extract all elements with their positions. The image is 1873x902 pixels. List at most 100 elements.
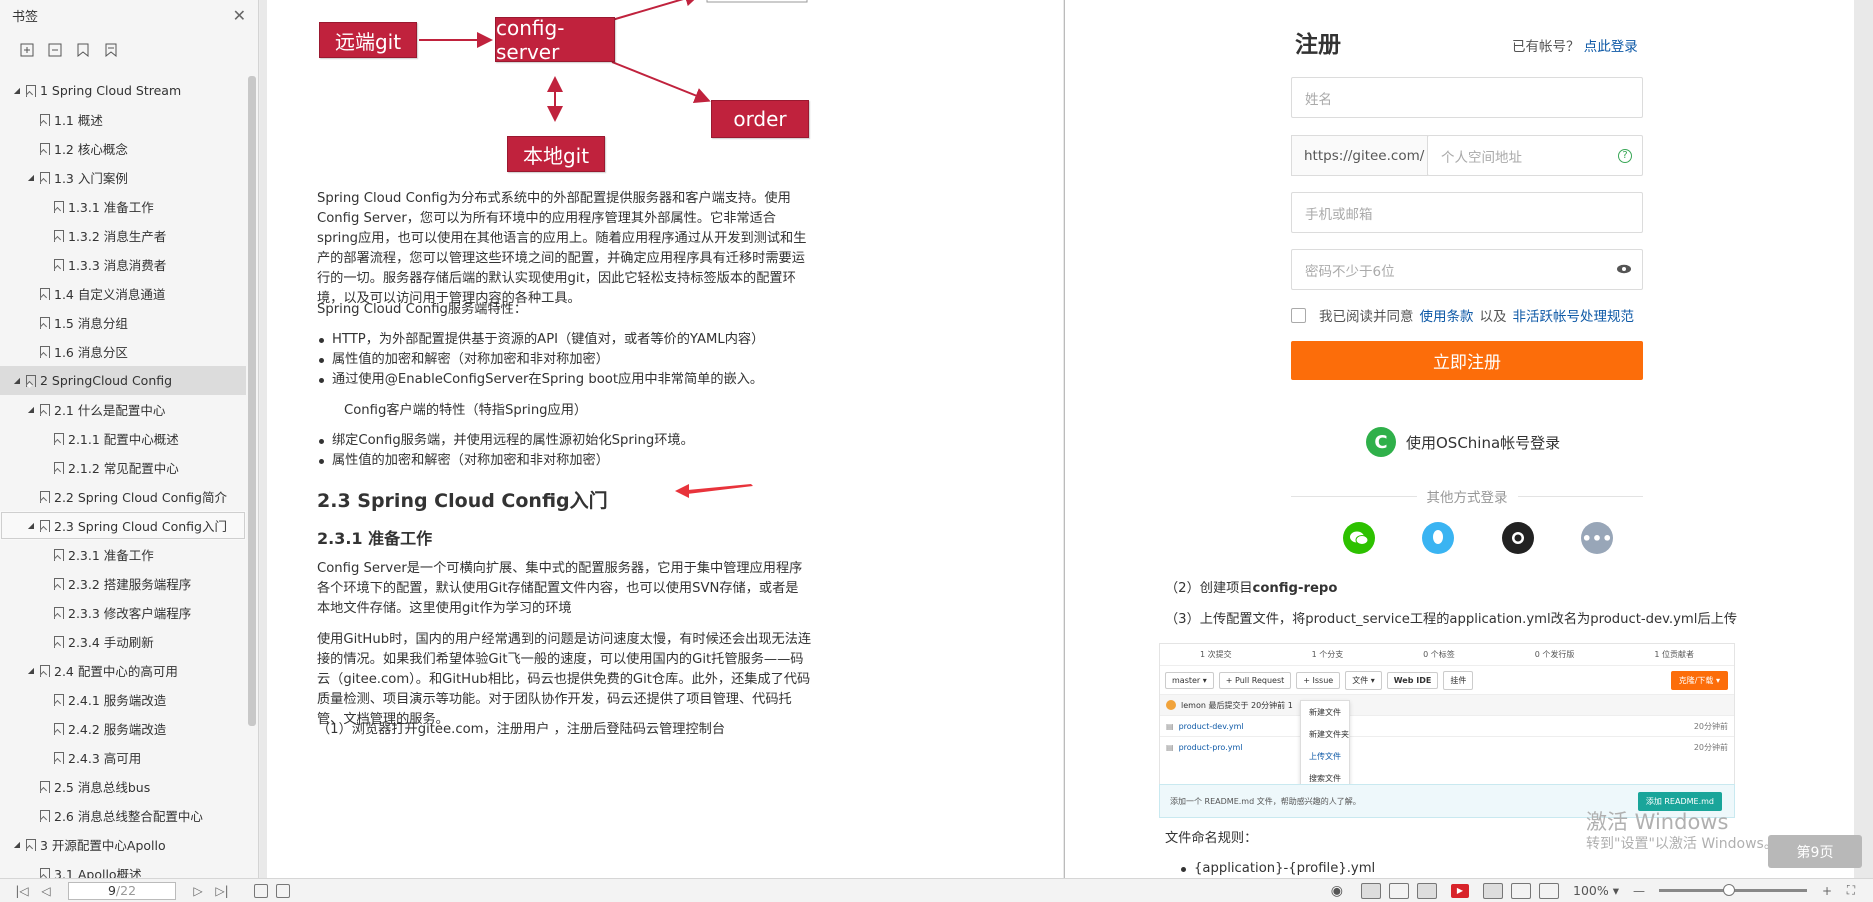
- repo-file-list: ▤ product-dev.yml 20分钟前 ▤ product-pro.yml 20分…: [1160, 715, 1734, 757]
- prev-page-icon[interactable]: ◁: [34, 884, 58, 898]
- bookmark-scrollbar[interactable]: [248, 76, 256, 726]
- oschina-login[interactable]: C 使用OSChina帐号登录: [1366, 427, 1560, 457]
- repo-file-row: ▤ product-pro.yml 20分钟前: [1160, 736, 1734, 757]
- file-menu-item: 新建文件: [1309, 707, 1341, 717]
- continuous-view-icon[interactable]: [1389, 882, 1409, 899]
- readme-tip-text: 添加一个 README.md 文件，帮助感兴趣的人了解。: [1170, 796, 1361, 806]
- password-field[interactable]: 密码不少于6位: [1291, 249, 1643, 290]
- actual-size-icon[interactable]: [1483, 882, 1503, 899]
- page-number-input[interactable]: 9/22: [68, 881, 176, 900]
- wechat-icon[interactable]: [1343, 522, 1375, 554]
- zoom-in-icon[interactable]: +: [1815, 884, 1839, 898]
- url-prefix-label: https://gitee.com/: [1291, 135, 1428, 176]
- bookmark-item[interactable]: 2.1.2 常见配置中心: [0, 453, 246, 482]
- name-field[interactable]: 姓名: [1291, 77, 1643, 118]
- bookmark-item[interactable]: ◢ 2.1 什么是配置中心: [0, 395, 246, 424]
- delete-bookmark-icon[interactable]: [102, 41, 120, 59]
- collapse-toggle-icon[interactable]: ◢: [26, 405, 36, 414]
- bookmark-item[interactable]: ◢ 2.3 Spring Cloud Config入门: [0, 511, 246, 540]
- bookmark-label: 3.1 Apollo概述: [54, 867, 142, 878]
- bookmark-item[interactable]: ◢ 1.3 入门案例: [0, 163, 246, 192]
- first-page-icon[interactable]: |◁: [10, 884, 34, 898]
- bookmark-item[interactable]: 1.3.1 准备工作: [0, 192, 246, 221]
- add-bookmark-icon[interactable]: [74, 41, 92, 59]
- bookmark-item[interactable]: 2.3.3 修改客户端程序: [0, 598, 246, 627]
- bookmark-icon: [54, 636, 64, 648]
- bookmark-icon: [26, 839, 36, 851]
- bookmark-item[interactable]: ◢ 2 SpringCloud Config: [0, 366, 246, 395]
- bookmark-item[interactable]: 2.6 消息总线整合配置中心: [0, 801, 246, 830]
- more-icon[interactable]: •••: [1581, 522, 1613, 554]
- bookmark-item[interactable]: 2.5 消息总线bus: [0, 772, 246, 801]
- inactive-policy-link[interactable]: 非活跃帐号处理规范: [1513, 305, 1635, 325]
- bookmark-item[interactable]: 2.3.1 准备工作: [0, 540, 246, 569]
- login-link[interactable]: 点此登录: [1584, 39, 1638, 55]
- next-page-icon[interactable]: ▷: [186, 884, 210, 898]
- zoom-level[interactable]: 100% ▾: [1573, 883, 1619, 898]
- bookmark-item[interactable]: 3.1 Apollo概述: [0, 859, 246, 878]
- close-icon[interactable]: ✕: [233, 6, 246, 25]
- collapse-toggle-icon[interactable]: ◢: [12, 86, 22, 95]
- fit-page-icon[interactable]: [1511, 882, 1531, 899]
- bookmark-item[interactable]: 1.6 消息分区: [0, 337, 246, 366]
- eye-protect-icon[interactable]: ◉: [1331, 883, 1343, 899]
- fullscreen-icon[interactable]: ⛶: [1839, 883, 1863, 898]
- bookmark-icon: [40, 665, 50, 677]
- zoom-out-icon[interactable]: —: [1627, 884, 1651, 898]
- collapse-toggle-icon[interactable]: ◢: [26, 666, 36, 675]
- bookmark-item[interactable]: 2.3.2 搭建服务端程序: [0, 569, 246, 598]
- bookmark-icon: [54, 694, 64, 706]
- login-prompt: 已有帐号？ 点此登录: [1512, 35, 1638, 55]
- server-features-list: HTTP，为外部配置提供基于资源的API（键值对，或者等价的YAML内容） 属性值…: [317, 330, 837, 390]
- bookmark-item[interactable]: 1.4 自定义消息通道: [0, 279, 246, 308]
- single-page-view-icon[interactable]: [1361, 882, 1381, 899]
- bookmark-item[interactable]: 2.3.4 手动刷新: [0, 627, 246, 656]
- collapse-toggle-icon[interactable]: ◢: [12, 840, 22, 849]
- bookmark-item[interactable]: 2.4.3 高可用: [0, 743, 246, 772]
- file-icon: ▤: [1166, 721, 1174, 731]
- bookmark-item[interactable]: 2.4.2 服务端改造: [0, 714, 246, 743]
- bookmark-icon: [54, 752, 64, 764]
- collapse-all-icon[interactable]: [46, 41, 64, 59]
- total-pages: /22: [115, 883, 137, 898]
- pdf-page-left: 远端git config-server order 本地git Spring C…: [267, 0, 1063, 878]
- github-icon[interactable]: [1502, 522, 1534, 554]
- bookmark-item[interactable]: 2.1.1 配置中心概述: [0, 424, 246, 453]
- bookmark-item[interactable]: 1.1 概述: [0, 105, 246, 134]
- help-icon[interactable]: ?: [1618, 148, 1632, 163]
- terms-link[interactable]: 使用条款: [1420, 305, 1474, 325]
- zoom-slider[interactable]: [1659, 884, 1807, 896]
- bookmark-item[interactable]: 2.2 Spring Cloud Config简介: [0, 482, 246, 511]
- bookmark-item[interactable]: 2.4.1 服务端改造: [0, 685, 246, 714]
- agree-checkbox[interactable]: [1291, 307, 1306, 323]
- bookmark-icon: [40, 288, 50, 300]
- bookmark-icon: [54, 201, 64, 213]
- oschina-icon: C: [1366, 427, 1396, 457]
- collapse-toggle-icon[interactable]: ◢: [12, 376, 22, 385]
- bookmark-item[interactable]: ◢ 3 开源配置中心Apollo: [0, 830, 246, 859]
- bookmark-item[interactable]: 1.3.2 消息生产者: [0, 221, 246, 250]
- file-time: 20分钟前: [1693, 742, 1728, 752]
- bookmark-item[interactable]: ◢ 2.4 配置中心的高可用: [0, 656, 246, 685]
- fit-width-icon[interactable]: [1539, 882, 1559, 899]
- forward-view-icon[interactable]: [276, 883, 290, 898]
- bookmark-icon: [40, 810, 50, 822]
- qq-icon[interactable]: [1422, 522, 1454, 554]
- last-page-icon[interactable]: ▷|: [210, 884, 234, 898]
- eye-icon[interactable]: [1616, 262, 1632, 278]
- bookmark-icon: [40, 317, 50, 329]
- bookmark-item[interactable]: 1.3.3 消息消费者: [0, 250, 246, 279]
- space-address-field[interactable]: 个人空间地址 ?: [1427, 135, 1643, 176]
- bookmark-item[interactable]: 1.5 消息分组: [0, 308, 246, 337]
- two-page-view-icon[interactable]: [1417, 882, 1437, 899]
- zoom-slider-thumb[interactable]: [1722, 884, 1735, 896]
- play-icon[interactable]: ▶: [1451, 883, 1469, 898]
- bookmark-item[interactable]: 1.2 核心概念: [0, 134, 246, 163]
- back-view-icon[interactable]: [254, 883, 268, 898]
- register-button[interactable]: 立即注册: [1291, 341, 1643, 380]
- expand-all-icon[interactable]: [18, 41, 36, 59]
- collapse-toggle-icon[interactable]: ◢: [26, 521, 36, 530]
- collapse-toggle-icon[interactable]: ◢: [26, 173, 36, 182]
- bookmark-item[interactable]: ◢ 1 Spring Cloud Stream: [0, 76, 246, 105]
- phone-email-field[interactable]: 手机或邮箱: [1291, 192, 1643, 233]
